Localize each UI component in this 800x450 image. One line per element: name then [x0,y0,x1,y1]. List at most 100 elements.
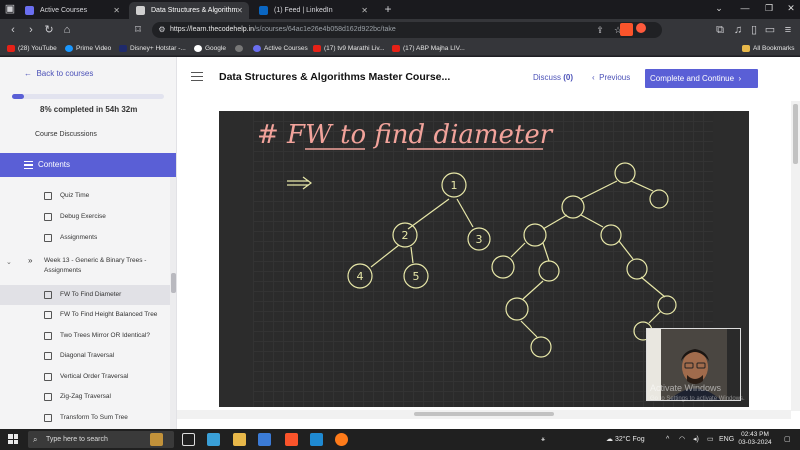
task-view-icon[interactable] [182,433,195,446]
tab-data-structures[interactable]: Data Structures & Algorithm ✕ [129,2,249,19]
lesson-label: Transform To Sum Tree [60,414,128,421]
menu-icon[interactable]: ≡ [780,22,796,38]
list-item[interactable]: Assignments [0,228,170,248]
tab-search-button[interactable]: ⌄ [706,0,732,19]
address-bar[interactable]: ⚙ https://learn.thecodehelp.in/s/courses… [152,22,662,38]
windows-start-icon[interactable] [8,434,18,444]
home-icon[interactable]: ⌂ [59,22,75,38]
bookmark-youtube[interactable]: (28) YouTube [7,41,57,56]
bookmark-prime-video[interactable]: Prime Video [65,41,111,56]
bookmark-label: Prime Video [76,45,112,52]
horizontal-scrollbar[interactable] [177,410,791,419]
volume-icon[interactable]: ◂) [693,429,699,450]
sidebar-scrollbar[interactable] [170,177,176,429]
previous-button[interactable]: ‹ Previous [592,73,630,82]
main-scrollbar-thumb[interactable] [793,104,798,164]
new-tab-button[interactable]: + [380,1,396,17]
chevron-down-icon: ⌄ [6,259,12,266]
list-item[interactable]: Quiz Time [0,186,170,206]
whiteboard-app-icon[interactable] [207,433,220,446]
sidebar-scrollbar-thumb[interactable] [171,273,176,293]
bookmark-active-courses[interactable]: Active Courses [253,41,308,56]
bookmark-label: Active Courses [264,45,308,52]
complete-and-continue-button[interactable]: Complete and Continue › [645,69,758,88]
video-lesson-icon [44,311,52,319]
week-section-header[interactable]: ⌄ » Week 13 - Generic & Binary Trees - A… [0,254,170,280]
media-icon[interactable]: ♫ [730,22,746,38]
show-hidden-icons[interactable]: ^ [666,429,669,450]
search-placeholder: Type here to search [46,436,108,443]
tab-linkedin[interactable]: (1) Feed | LinkedIn ✕ [252,2,374,19]
bookmark-google[interactable]: Google [194,41,226,56]
reload-icon[interactable]: ↻ [41,22,57,38]
course-discussions-link[interactable]: Course Discussions [35,131,97,138]
tab-search-icon[interactable]: ▣ [2,1,18,17]
course-progress-bar [12,94,164,99]
horizontal-scrollbar-thumb[interactable] [414,412,554,416]
close-window-button[interactable]: ✕ [778,0,800,19]
network-icon[interactable]: ⚹ [541,429,545,450]
bookmark-page-icon[interactable]: ⌑ [130,22,146,38]
course-sidebar: ← Back to courses 8% completed in 54h 32… [0,57,177,429]
lesson-item[interactable]: Transform To Sum Tree [0,408,170,428]
list-icon [44,234,52,242]
tab-active-courses[interactable]: Active Courses ✕ [18,2,126,19]
lesson-item[interactable]: Diagonal Traversal [0,346,170,366]
list-item[interactable]: Debug Exercise [0,207,170,227]
share-icon[interactable]: ⇪ [592,22,608,38]
brave-browser-icon[interactable] [285,433,298,446]
extensions-icon[interactable]: ⧉ [712,22,728,38]
sidebar-toggle-icon[interactable]: ▯ [746,22,762,38]
lesson-item[interactable]: Vertical Order Traversal [0,367,170,387]
back-to-courses-link[interactable]: ← Back to courses [24,69,93,78]
wifi-icon[interactable]: ◠ [679,429,685,450]
windows-taskbar: ⌕ Type here to search ⚹ ☁ 32°C Fog ^ ◠ ◂)… [0,429,800,450]
back-icon[interactable]: ‹ [5,22,21,38]
close-tab-icon[interactable]: ✕ [236,2,243,19]
video-lesson-icon [44,291,52,299]
video-lesson-icon [44,414,52,422]
list-icon [44,192,52,200]
search-highlight-icon[interactable] [150,433,163,446]
toggle-sidebar-icon[interactable] [191,72,203,81]
battery-icon[interactable]: ▭ [707,429,714,450]
close-tab-icon[interactable]: ✕ [113,2,120,19]
close-tab-icon[interactable]: ✕ [361,2,368,19]
tree-node [491,255,515,279]
lesson-item-active[interactable]: FW To Find Diameter [0,285,170,305]
tree-node [538,260,560,282]
hotstar-icon [119,45,127,52]
site-info-icon[interactable]: ⚙ [154,22,170,38]
notifications-icon[interactable]: ▢ [784,429,791,450]
cloud-icon: ☁ [606,436,615,443]
main-scrollbar[interactable] [791,101,800,411]
contents-header[interactable]: Contents [0,153,176,177]
bookmark-tv9[interactable]: (17) tv9 Marathi Liv... [313,41,385,56]
firefox-icon[interactable] [335,433,348,446]
vscode-icon[interactable] [310,433,323,446]
lesson-item[interactable]: Two Trees Mirror OR Identical? [0,326,170,346]
bookmark-abp[interactable]: (17) ABP Majha LIV... [392,41,465,56]
bookmark-hotstar[interactable]: Disney+ Hotstar -... [119,41,186,56]
discuss-link[interactable]: Discuss (0) [533,73,573,82]
linkedin-favicon-icon [259,6,268,15]
section-arrow-icon: » [28,256,33,265]
clock[interactable]: 02:43 PM 03-03-2024 [737,431,773,447]
brave-rewards-icon[interactable] [636,23,646,33]
lecture-video[interactable]: # FW to find diameter 1 2 3 4 5 Activate… [219,111,749,407]
bookmark-globe[interactable] [235,41,246,56]
language-indicator[interactable]: ENG [719,429,734,450]
item-label: Assignments [60,234,98,241]
weather-widget[interactable]: ☁ 32°C Fog [606,429,645,450]
all-bookmarks-button[interactable]: All Bookmarks [742,41,795,56]
wallet-icon[interactable]: ▭ [762,22,778,38]
browser-tab-strip: ▣ Active Courses ✕ Data Structures & Alg… [0,0,800,19]
forward-icon[interactable]: › [23,22,39,38]
brave-shield-icon[interactable] [620,23,633,36]
lesson-item[interactable]: Zig-Zag Traversal [0,387,170,407]
file-explorer-icon[interactable] [233,433,246,446]
lesson-item[interactable]: FW To Find Height Balanced Tree [0,305,170,325]
bookmark-label: Google [205,45,226,52]
store-icon[interactable] [258,433,271,446]
minimize-button[interactable]: — [732,0,758,19]
